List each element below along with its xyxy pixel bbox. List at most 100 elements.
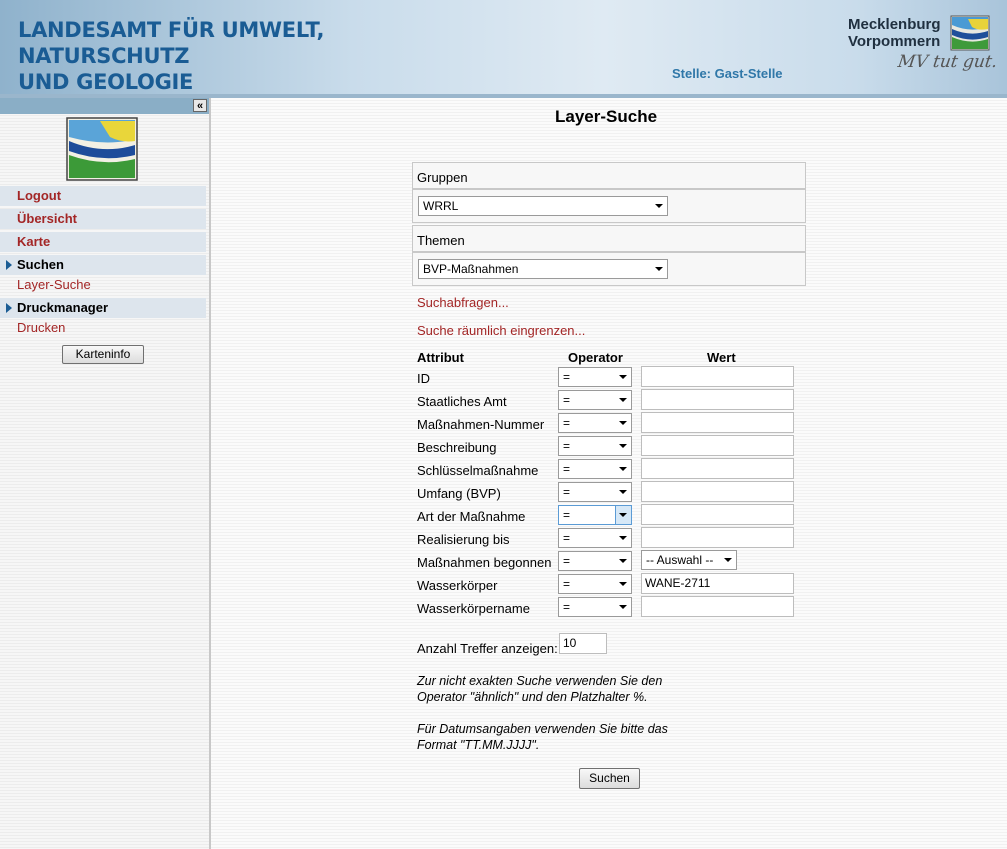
chevron-down-icon: [619, 467, 627, 471]
page-title: Layer-Suche: [555, 107, 658, 126]
operator-select[interactable]: =: [558, 413, 632, 433]
attribute-label: Schlüsselmaßnahme: [417, 463, 539, 478]
agency-title-line2: UND GEOLOGIE: [18, 70, 194, 94]
collapse-sidebar-button[interactable]: «: [193, 99, 207, 112]
raeumlich-eingrenzen-link[interactable]: Suche räumlich eingrenzen...: [417, 323, 585, 338]
expanded-arrow-icon: [6, 303, 12, 313]
value-select[interactable]: -- Auswahl --: [641, 550, 737, 570]
karteninfo-button[interactable]: Karteninfo: [62, 345, 144, 364]
attribute-label: Maßnahmen begonnen: [417, 555, 552, 570]
operator-select[interactable]: =: [558, 390, 632, 410]
value-input[interactable]: [641, 596, 794, 617]
chevron-down-icon: [619, 536, 627, 540]
operator-value: =: [563, 462, 571, 476]
value-input[interactable]: [641, 458, 794, 479]
sidebar: « Logout Übersicht Karte Suchen Layer-Su…: [0, 98, 211, 849]
operator-value: =: [563, 600, 571, 614]
value-input[interactable]: [641, 412, 794, 433]
gruppen-select-value: WRRL: [423, 199, 459, 213]
expanded-arrow-icon: [6, 260, 12, 270]
attribute-label: Art der Maßnahme: [417, 509, 526, 524]
anzahl-treffer-input[interactable]: 10: [559, 633, 607, 654]
operator-value: =: [563, 393, 571, 407]
hint-aehnlich: Zur nicht exakten Suche verwenden Sie de…: [417, 673, 662, 705]
mv-brand-line1: Mecklenburg: [848, 16, 941, 33]
operator-select[interactable]: =: [558, 551, 632, 571]
value-select-value: -- Auswahl --: [646, 553, 714, 567]
sidebar-topbar: [0, 98, 209, 114]
chevron-down-icon: [619, 375, 627, 379]
mv-brand-line2: Vorpommern: [848, 33, 941, 50]
operator-select[interactable]: =: [558, 505, 632, 525]
attribute-label: Umfang (BVP): [417, 486, 501, 501]
operator-select[interactable]: =: [558, 574, 632, 594]
value-input[interactable]: [641, 481, 794, 502]
value-input[interactable]: [641, 435, 794, 456]
gruppen-select[interactable]: WRRL: [418, 196, 668, 216]
chevron-down-icon: [619, 444, 627, 448]
hint-datum-line2: Format "TT.MM.JJJJ".: [417, 738, 540, 752]
themen-select[interactable]: BVP-Maßnahmen: [418, 259, 668, 279]
value-input[interactable]: [641, 504, 794, 525]
operator-value: =: [563, 577, 571, 591]
value-input[interactable]: [641, 366, 794, 387]
menu-layer-suche[interactable]: Layer-Suche: [17, 277, 91, 292]
gruppen-label: Gruppen: [417, 170, 468, 185]
attribute-label: Wasserkörper: [417, 578, 498, 593]
hint-aehnlich-line1: Zur nicht exakten Suche verwenden Sie de…: [417, 674, 663, 688]
operator-value: =: [563, 485, 571, 499]
mv-landscape-logo-icon: [66, 117, 138, 181]
themen-select-value: BVP-Maßnahmen: [423, 262, 519, 276]
chevron-down-icon: [655, 204, 663, 208]
value-input[interactable]: [641, 389, 794, 410]
hint-aehnlich-line2: Operator "ähnlich" und den Platzhalter %…: [417, 690, 648, 704]
menu-druckmanager-label: Druckmanager: [17, 300, 109, 315]
operator-value: =: [563, 439, 571, 453]
column-header-operator: Operator: [568, 350, 623, 365]
chevron-down-icon: [655, 267, 663, 271]
chevron-down-icon: [619, 398, 627, 402]
operator-select[interactable]: =: [558, 436, 632, 456]
mv-brand-text: Mecklenburg Vorpommern: [848, 16, 941, 50]
chevron-down-icon: [619, 421, 627, 425]
column-header-wert: Wert: [707, 350, 736, 365]
operator-value: =: [563, 416, 571, 430]
anzahl-treffer-label: Anzahl Treffer anzeigen:: [417, 641, 558, 656]
agency-title-line1: LANDESAMT FÜR UMWELT, NATURSCHUTZ: [18, 18, 325, 68]
chevron-down-icon: [619, 559, 627, 563]
operator-value: =: [563, 370, 571, 384]
attribute-label: Maßnahmen-Nummer: [417, 417, 545, 432]
search-button[interactable]: Suchen: [579, 768, 640, 789]
hint-datum: Für Datumsangaben verwenden Sie bitte da…: [417, 721, 668, 753]
attribute-label: Wasserkörpername: [417, 601, 530, 616]
chevron-down-icon: [724, 558, 732, 562]
mv-slogan: MV tut gut.: [896, 52, 999, 72]
value-input[interactable]: [641, 527, 794, 548]
gruppen-header-box: [412, 162, 806, 189]
menu-suchen[interactable]: Suchen: [0, 255, 206, 275]
value-input[interactable]: WANE-2711: [641, 573, 794, 594]
menu-karte[interactable]: Karte: [0, 232, 206, 252]
operator-select[interactable]: =: [558, 528, 632, 548]
operator-select[interactable]: =: [558, 597, 632, 617]
operator-select[interactable]: =: [558, 482, 632, 502]
operator-select[interactable]: =: [558, 367, 632, 387]
menu-druckmanager[interactable]: Druckmanager: [0, 298, 206, 318]
operator-value: =: [563, 531, 571, 545]
themen-header-box: [412, 225, 806, 252]
operator-value: =: [563, 554, 571, 568]
attribute-label: Beschreibung: [417, 440, 497, 455]
chevron-down-icon: [619, 513, 627, 517]
menu-logout[interactable]: Logout: [0, 186, 206, 206]
operator-select[interactable]: =: [558, 459, 632, 479]
agency-title: LANDESAMT FÜR UMWELT, NATURSCHUTZ UND GE…: [18, 17, 498, 95]
menu-suchen-label: Suchen: [17, 257, 64, 272]
themen-label: Themen: [417, 233, 465, 248]
attribute-label: Realisierung bis: [417, 532, 510, 547]
menu-uebersicht[interactable]: Übersicht: [0, 209, 206, 229]
hint-datum-line1: Für Datumsangaben verwenden Sie bitte da…: [417, 722, 668, 736]
suchabfragen-link[interactable]: Suchabfragen...: [417, 295, 509, 310]
column-header-attribut: Attribut: [417, 350, 464, 365]
page-header: LANDESAMT FÜR UMWELT, NATURSCHUTZ UND GE…: [0, 0, 1007, 96]
menu-drucken[interactable]: Drucken: [17, 320, 65, 335]
